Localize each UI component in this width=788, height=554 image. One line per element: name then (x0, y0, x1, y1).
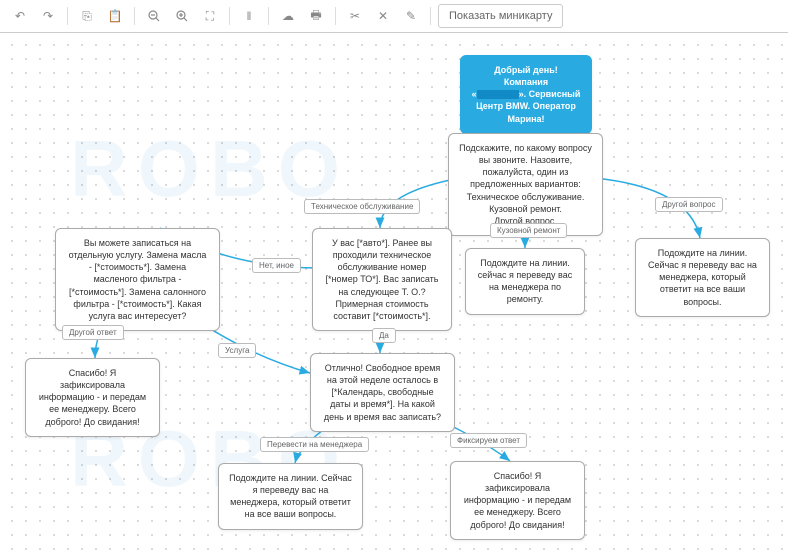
node-thanks-2[interactable]: Спасибо! Я зафиксировала информацию - и … (450, 461, 585, 540)
node-ask[interactable]: Подскажите, по какому вопросу вы звоните… (448, 133, 603, 236)
node-text: Спасибо! Я зафиксировала информацию - и … (464, 471, 571, 530)
node-schedule[interactable]: Отлично! Свободное время на этой неделе … (310, 353, 455, 432)
node-text: Спасибо! Я зафиксировала информацию - и … (39, 368, 146, 427)
node-text: Отлично! Свободное время на этой неделе … (324, 363, 441, 422)
redo-icon[interactable]: ↷ (36, 4, 60, 28)
node-thanks[interactable]: Спасибо! Я зафиксировала информацию - и … (25, 358, 160, 437)
edge-label-no-other: Нет, иное (252, 258, 301, 273)
edge-label-other-q: Другой вопрос (655, 197, 723, 212)
toolbar: ↶ ↷ ⎘ 📋 ⛶ ‖ ☁ 🖶 ✂ ✕ ✎ Показать миникарту (0, 0, 788, 33)
node-text: Подождите на линии. Сейчас я переведу ва… (648, 248, 757, 307)
node-text: У вас [*авто*]. Ранее вы проходили техни… (326, 238, 439, 321)
edge-label-service: Услуга (218, 343, 256, 358)
node-text: Центр BMW. Оператор (471, 100, 581, 112)
node-text: Добрый день! Компания (471, 64, 581, 88)
zoom-out-icon[interactable] (142, 4, 166, 28)
fit-icon[interactable]: ⛶ (198, 4, 222, 28)
paste-icon[interactable]: 📋 (103, 4, 127, 28)
node-hold-manager-2[interactable]: Подождите на линии. Сейчас я переведу ва… (218, 463, 363, 530)
node-start[interactable]: Добрый день! Компания «». Сервисный Цент… (460, 55, 592, 134)
edge-label-body: Кузовной ремонт (490, 223, 567, 238)
edge-label-tech: Техническое обслуживание (304, 199, 420, 214)
show-minimap-button[interactable]: Показать миникарту (438, 4, 563, 28)
edge-label-yes: Да (372, 328, 396, 343)
node-text: Подождите на линии. сейчас я переведу ва… (478, 258, 572, 304)
edge-label-fix: Фиксируем ответ (450, 433, 527, 448)
node-hold-manager[interactable]: Подождите на линии. Сейчас я переведу ва… (635, 238, 770, 317)
print-icon[interactable]: 🖶 (304, 4, 328, 28)
node-hold-repair[interactable]: Подождите на линии. сейчас я переведу ва… (465, 248, 585, 315)
node-to-info[interactable]: У вас [*авто*]. Ранее вы проходили техни… (312, 228, 452, 331)
flowchart-canvas[interactable]: ROBO ROBO Добрый день! Компания «». Серв… (0, 33, 788, 554)
edit-icon[interactable]: ✎ (399, 4, 423, 28)
pause-icon[interactable]: ‖ (237, 4, 261, 28)
node-services[interactable]: Вы можете записаться на отдельную услугу… (55, 228, 220, 331)
edge-label-other-ans: Другой ответ (62, 325, 124, 340)
delete-icon[interactable]: ✕ (371, 4, 395, 28)
node-text: «». Сервисный (471, 88, 581, 100)
edge-label-to-mgr: Перевести на менеджера (260, 437, 369, 452)
undo-icon[interactable]: ↶ (8, 4, 32, 28)
node-text: Марина! (471, 113, 581, 125)
cloud-icon[interactable]: ☁ (276, 4, 300, 28)
cut-icon[interactable]: ✂ (343, 4, 367, 28)
zoom-in-icon[interactable] (170, 4, 194, 28)
node-text: Подождите на линии. Сейчас я переведу ва… (229, 473, 352, 519)
node-text: Вы можете записаться на отдельную услугу… (69, 238, 207, 321)
node-text: Подскажите, по какому вопросу вы звоните… (459, 143, 592, 226)
copy-icon[interactable]: ⎘ (75, 4, 99, 28)
